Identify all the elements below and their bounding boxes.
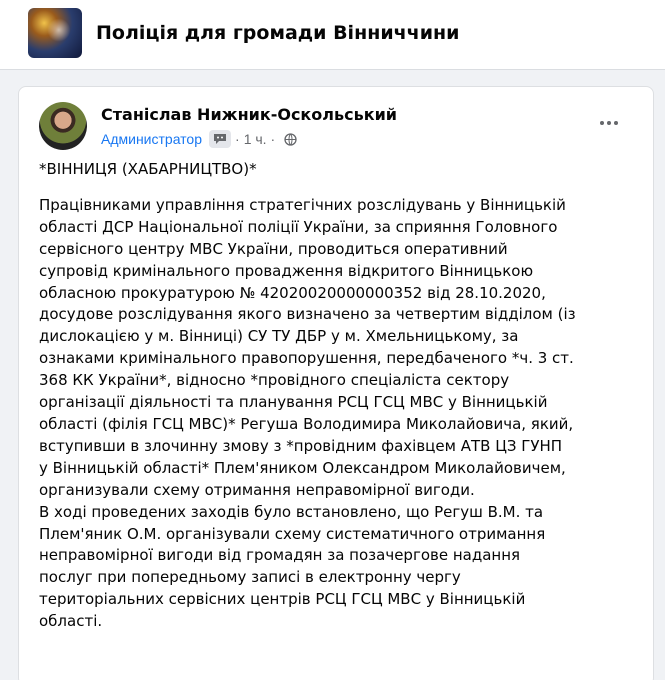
- post-tag: *ВІННИЦЯ (ХАБАРНИЦТВО)*: [39, 160, 257, 178]
- author-name[interactable]: Станіслав Нижник-Оскольський: [101, 105, 397, 124]
- post-text-line: послуг при попередньому записі в електро…: [39, 568, 461, 587]
- post-body: *ВІННИЦЯ (ХАБАРНИЦТВО)* Працівниками упр…: [39, 159, 639, 633]
- group-cover-photo[interactable]: [28, 8, 82, 58]
- post-text-line: дислокацією у м. Вінниці) СУ ТУ ДБР у м.…: [39, 327, 519, 346]
- post-timestamp[interactable]: 1 ч.: [244, 131, 267, 147]
- more-dot-icon: [607, 121, 611, 125]
- post-text-line: неправомірної вигоди від громадян за поз…: [39, 546, 521, 565]
- more-dot-icon: [600, 121, 604, 125]
- post-text-line: В ході проведених заходів було встановле…: [39, 502, 544, 521]
- admin-badge-icon[interactable]: [209, 130, 232, 148]
- post-text-line: Плем'яник О.М. організували схему систем…: [39, 524, 546, 543]
- more-dot-icon: [614, 121, 618, 125]
- post-text-line: ознаками кримінального правопорушення, п…: [39, 349, 574, 368]
- group-header: Поліція для громади Вінниччини: [0, 0, 665, 70]
- post-text-line: вступивши в злочинну змову з *провідним …: [39, 436, 563, 455]
- post-text-line: Працівниками управління стратегічних роз…: [39, 195, 566, 214]
- post-card: Станіслав Нижник-Оскольський Администрат…: [18, 86, 654, 680]
- post-text-line: області (філія ГСЦ МВС)* Регуша Володими…: [39, 414, 574, 433]
- post-meta: Администратор · 1 ч. ·: [101, 129, 297, 149]
- post-text-line: області ДСР Національної поліції України…: [39, 217, 558, 236]
- post-text-line: організації діяльності та планування РСЦ…: [39, 393, 548, 412]
- post-text-line: супровід кримінального провадження відкр…: [39, 261, 534, 280]
- post-text-line: досудове розслідування якого визначено з…: [39, 305, 576, 324]
- post-text-line: обласною прокуратурою № 4202002000000035…: [39, 283, 546, 302]
- post-text-line: 368 КК України*, відносно *провідного сп…: [39, 371, 510, 390]
- post-text-line: организували схему отримання неправомірн…: [39, 480, 475, 499]
- post-text-line: територіальних сервісних центрів РСЦ ГСЦ…: [39, 590, 526, 609]
- post-text-line: сервісного центру МВС України, проводить…: [39, 239, 508, 258]
- author-avatar[interactable]: [39, 102, 87, 150]
- meta-separator-2: ·: [270, 131, 276, 147]
- meta-separator: ·: [235, 131, 240, 147]
- globe-icon[interactable]: [284, 132, 297, 146]
- post-text-line: у Вінницькій області* Плем'яником Олекса…: [39, 458, 566, 477]
- post-text-line: області.: [39, 612, 103, 631]
- author-role-link[interactable]: Администратор: [101, 131, 202, 147]
- more-options-button[interactable]: [591, 109, 627, 137]
- group-title[interactable]: Поліція для громади Вінниччини: [96, 22, 459, 44]
